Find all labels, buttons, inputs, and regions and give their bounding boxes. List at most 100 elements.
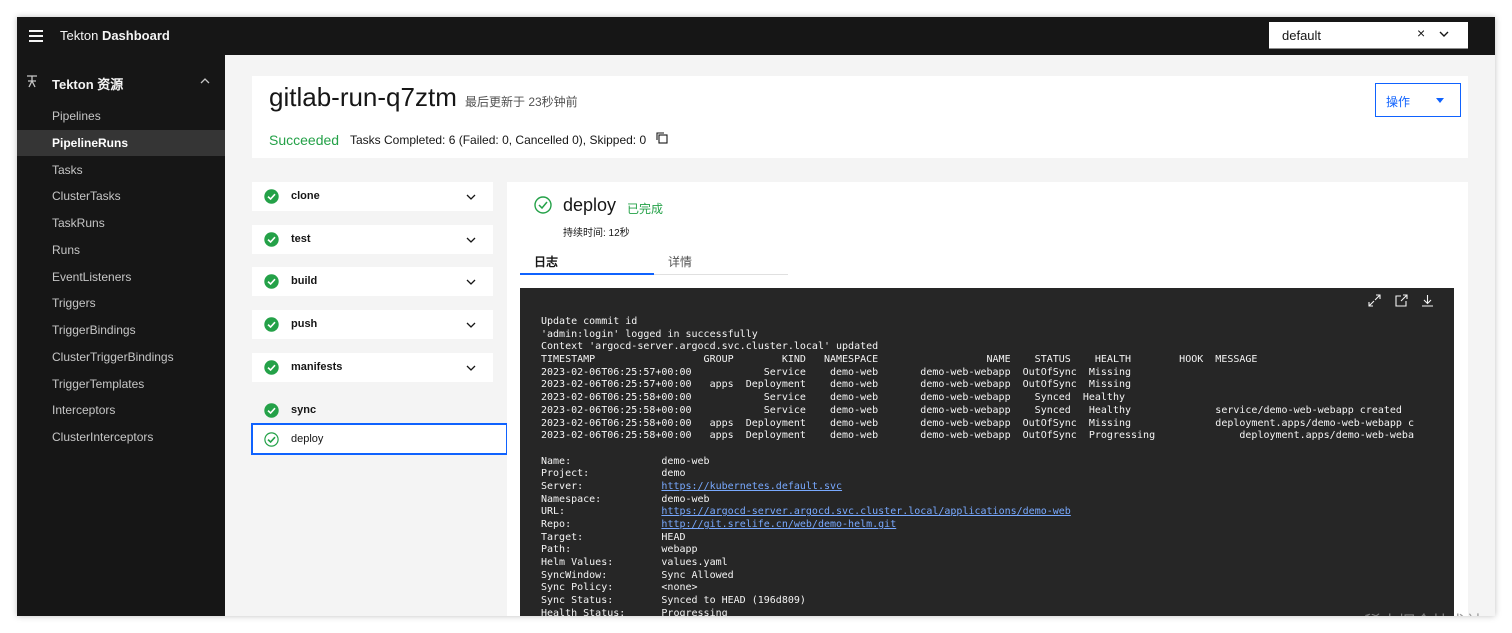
log-line: Project: demo [541,468,1414,481]
log-line: 2023-02-06T06:25:58+00:00 Service demo-w… [541,392,1414,405]
task-sync[interactable]: sync [252,396,493,425]
task-deploy[interactable]: deploy [251,423,508,455]
sidebar-item-label: ClusterTriggerBindings [52,350,174,364]
namespace-select[interactable]: default × [1269,22,1468,49]
step-status: 已完成 [627,202,664,216]
caret-down-icon [1436,98,1444,103]
app-title-suffix: Dashboard [101,28,170,43]
log-line: 2023-02-06T06:25:58+00:00 Service demo-w… [541,405,1414,418]
success-filled-icon [264,403,279,418]
sidebar-item-tasks[interactable]: Tasks [17,157,225,183]
log-link[interactable]: https://argocd-server.argocd.svc.cluster… [661,506,1070,517]
log-link[interactable]: https://kubernetes.default.svc [661,481,842,492]
task-push[interactable]: push [252,310,493,339]
sidebar-item-label: Interceptors [52,403,116,417]
task-build[interactable]: build [252,267,493,296]
chevron-down-icon[interactable] [465,276,477,288]
app-title[interactable]: Tekton Dashboard [60,28,170,43]
launch-icon[interactable] [1395,294,1408,307]
success-filled-icon [264,360,279,375]
log-line-text: 2023-02-06T06:25:58+00:00 apps Deploymen… [541,417,1414,429]
sidebar-item-triggertemplates[interactable]: TriggerTemplates [17,371,225,397]
sidebar-section-tekton-resources[interactable]: Tekton 资源 [17,69,225,95]
sidebar-item-clustertriggerbindings[interactable]: ClusterTriggerBindings [17,344,225,370]
log-line-text: Name: demo-web [541,455,710,467]
log-line: 2023-02-06T06:25:57+00:00 apps Deploymen… [541,379,1414,392]
log-line-text: Update commit id [541,316,638,327]
log-line: Update commit id [541,316,1414,329]
sidebar-item-triggerbindings[interactable]: TriggerBindings [17,317,225,343]
top-header: Tekton Dashboard default × [17,17,1495,55]
sidebar-item-runs[interactable]: Runs [17,237,225,263]
sidebar-item-label: Pipelines [52,109,101,123]
tasks-summary: Tasks Completed: 6 (Failed: 0, Cancelled… [350,133,647,147]
maximize-icon[interactable] [1368,294,1381,307]
success-filled-icon [264,317,279,332]
sidebar-item-interceptors[interactable]: Interceptors [17,397,225,423]
copy-icon[interactable] [655,131,669,145]
task-clone[interactable]: clone [252,182,493,211]
sidebar-item-label: TaskRuns [52,216,105,230]
chevron-down-icon[interactable] [465,191,477,203]
log-line-text: Sync Status: Synced to HEAD (196d809) [541,595,806,607]
log-line: 2023-02-06T06:25:58+00:00 apps Deploymen… [541,418,1414,431]
namespace-clear-icon[interactable]: × [1417,25,1425,41]
tab-details-label: 详情 [668,255,693,269]
sidebar-item-label: Tasks [52,163,83,177]
task-label: build [291,275,318,287]
sidebar-item-eventlisteners[interactable]: EventListeners [17,264,225,290]
status-text: Succeeded [269,132,340,148]
task-label: test [291,233,311,245]
log-line: Helm Values: values.yaml [541,557,1414,570]
step-duration: 持续时间: 12秒 [563,228,630,239]
log-viewer[interactable]: Update commit id'admin:login' logged in … [520,288,1454,616]
hamburger-menu-icon[interactable] [23,23,49,49]
log-line: TIMESTAMP GROUP KIND NAMESPACE NAME STAT… [541,354,1414,367]
log-line-text: Repo: [541,519,662,530]
sidebar-item-label: EventListeners [52,270,132,284]
log-line-text: TIMESTAMP GROUP KIND NAMESPACE NAME STAT… [541,354,1258,366]
pipelinerun-summary: gitlab-run-q7ztm 最后更新于 23秒钟前 Succeeded T… [252,76,1468,158]
last-updated-text: 最后更新于 23秒钟前 [465,95,578,109]
success-filled-icon [264,232,279,247]
success-filled-icon [264,189,279,204]
sidebar-item-label: ClusterTasks [52,189,121,203]
success-outline-icon [264,432,279,447]
log-line-text: URL: [541,506,662,518]
log-line: Sync Status: Synced to HEAD (196d809) [541,595,1414,608]
chevron-down-icon[interactable] [1437,27,1451,41]
task-manifests[interactable]: manifests [252,353,493,382]
log-line: 2023-02-06T06:25:57+00:00 Service demo-w… [541,367,1414,380]
log-line-text: Path: webapp [541,544,698,556]
step-detail-panel: deploy 已完成 持续时间: 12秒 日志 详情 Update commit… [507,182,1468,616]
chevron-down-icon[interactable] [465,319,477,331]
log-link[interactable]: http://git.srelife.cn/web/demo-helm.git [661,519,896,530]
actions-button[interactable]: 操作 [1375,83,1461,117]
task-test[interactable]: test [252,225,493,254]
chevron-up-icon[interactable] [199,75,211,87]
log-line: Health Status: Progressing [541,608,1414,616]
watermark: @稀土掘金技术社区 [1347,608,1495,616]
log-line: Name: demo-web [541,456,1414,469]
sidebar-item-label: TriggerBindings [52,323,136,337]
sidebar-item-triggers[interactable]: Triggers [17,290,225,316]
app-window: Tekton Dashboard default × Tekton 资源 Pip… [17,17,1495,616]
log-line: Repo: http://git.srelife.cn/web/demo-hel… [541,519,1414,532]
app-title-prefix: Tekton [60,28,99,43]
log-line-text: Target: HEAD [541,531,686,543]
sidebar-item-clusterinterceptors[interactable]: ClusterInterceptors [17,424,225,450]
sidebar-item-label: Runs [52,243,81,257]
success-outline-icon [534,196,552,214]
sidebar-item-pipelineruns[interactable]: PipelineRuns [17,130,225,156]
chevron-down-icon[interactable] [465,362,477,374]
chevron-down-icon[interactable] [465,234,477,246]
download-icon[interactable] [1421,294,1434,307]
tab-details[interactable]: 详情 [654,245,788,275]
sidebar-item-label: PipelineRuns [52,136,129,150]
sidebar-item-taskruns[interactable]: TaskRuns [17,210,225,236]
tab-logs[interactable]: 日志 [520,245,654,275]
log-line: Path: webapp [541,544,1414,557]
sidebar-item-clustertasks[interactable]: ClusterTasks [17,183,225,209]
sidebar-item-pipelines[interactable]: Pipelines [17,103,225,129]
log-line-text: 'admin:login' logged in successfully [541,328,758,340]
